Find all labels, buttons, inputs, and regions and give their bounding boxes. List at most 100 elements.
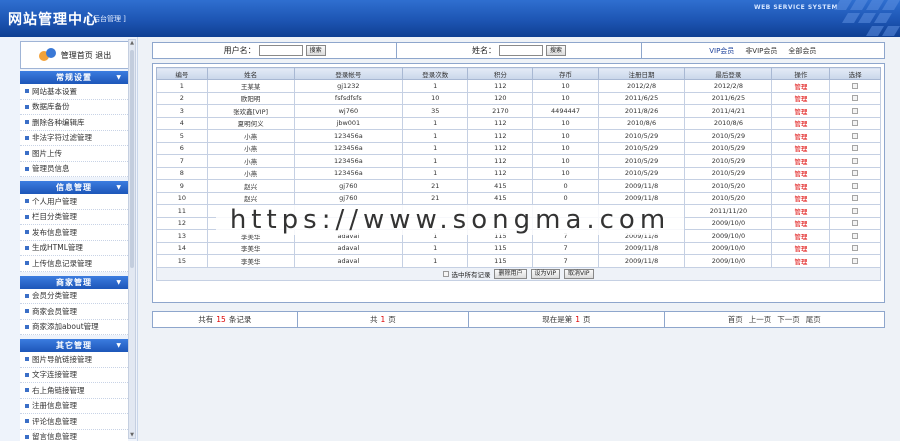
sidebar-item[interactable]: 生成HTML管理 [20, 240, 128, 256]
row-checkbox[interactable] [852, 195, 859, 202]
prev-page-link[interactable]: 上一页 [749, 314, 772, 325]
row-checkbox[interactable] [852, 132, 859, 139]
manage-link[interactable]: 管理 [771, 129, 831, 143]
login-text[interactable]: 管理首页 退出 [61, 50, 112, 61]
manage-link[interactable]: 管理 [771, 216, 831, 230]
table-cell: 李美华 [206, 229, 295, 243]
manage-link[interactable]: 管理 [771, 79, 831, 93]
manage-link[interactable]: 管理 [771, 254, 831, 268]
sidebar-item[interactable]: 数据库备份 [20, 99, 128, 115]
manage-link[interactable]: 管理 [771, 141, 831, 155]
table-cell: 6 [156, 141, 208, 155]
table-cell: wj760 [293, 104, 404, 118]
next-page-link[interactable]: 下一页 [777, 314, 800, 325]
cancel-vip-button[interactable]: 取消VIP [564, 268, 594, 279]
sidebar-item[interactable]: 会员分类管理 [20, 288, 128, 304]
row-checkbox[interactable] [852, 107, 859, 114]
table-row: 15 李美华 adaval 1 115 7 2009/11/8 2009/10/0 管理 [156, 254, 881, 268]
username-input[interactable] [258, 45, 303, 56]
sidebar-item[interactable]: 删除各种编辑库 [20, 115, 128, 131]
username-label: 用户名： [223, 46, 256, 55]
sidebar-item[interactable]: 右上角链接管理 [20, 383, 128, 399]
table-row: 3 张欢鑫[VIP] wj760 35 2170 4494447 2011/8/26 2011… [156, 104, 881, 118]
sidebar-item[interactable]: 栏目分类管理 [20, 209, 128, 225]
row-checkbox[interactable] [852, 82, 859, 89]
row-checkbox[interactable] [852, 220, 859, 227]
sidebar-item[interactable]: 文字连接管理 [20, 367, 128, 383]
name-search: 姓名： 搜索 [397, 43, 642, 58]
table-cell: 2012/2/8 [684, 79, 773, 93]
first-page-link[interactable]: 首页 [728, 314, 743, 325]
scroll-up-icon[interactable]: ▲ [129, 40, 135, 46]
table-cell: 10 [532, 116, 599, 130]
sidebar-item[interactable]: 管理员信息 [20, 161, 128, 177]
table-cell: 小燕 [206, 129, 295, 143]
sidebar-item[interactable]: 上传信息记录管理 [20, 256, 128, 272]
name-input[interactable] [498, 45, 543, 56]
table-cell [206, 216, 295, 230]
filter-vip-link[interactable]: VIP会员 [709, 46, 734, 56]
manage-link[interactable]: 管理 [771, 166, 831, 180]
table-cell: 2009/11/8 [597, 229, 686, 243]
menu-head[interactable]: 常规设置 ▼ [20, 71, 128, 84]
table-actions: 选中所有记录 删除用户 设为VIP 取消VIP [156, 267, 881, 281]
scroll-down-icon[interactable]: ▼ [129, 432, 135, 438]
sidebar-item[interactable]: 图片导航链接管理 [20, 352, 128, 368]
manage-link[interactable]: 管理 [771, 241, 831, 255]
sidebar-item[interactable]: 商家添加about管理 [20, 319, 128, 335]
table-cell: 2009/11/8 [597, 179, 686, 193]
sidebar-item[interactable]: 非法字符过滤管理 [20, 130, 128, 146]
menu-head[interactable]: 信息管理 ▼ [20, 181, 128, 194]
sidebar-item[interactable]: 商家会员管理 [20, 304, 128, 320]
manage-link[interactable]: 管理 [771, 179, 831, 193]
last-page-link[interactable]: 尾页 [806, 314, 821, 325]
row-checkbox[interactable] [852, 145, 859, 152]
select-all-control[interactable]: 选中所有记录 [443, 269, 490, 279]
sidebar-item[interactable]: 个人用户管理 [20, 194, 128, 210]
sidebar-item[interactable]: 发布信息管理 [20, 225, 128, 241]
row-checkbox[interactable] [852, 95, 859, 102]
row-select-cell [829, 154, 881, 168]
select-all-checkbox[interactable] [443, 270, 450, 277]
scrollbar-thumb[interactable] [130, 50, 134, 268]
manage-link[interactable]: 管理 [771, 104, 831, 118]
admin-home-logout-box[interactable]: 管理首页 退出 [20, 41, 130, 69]
row-checkbox[interactable] [852, 245, 859, 252]
row-checkbox[interactable] [852, 120, 859, 127]
sidebar-item[interactable]: 图片上传 [20, 146, 128, 162]
row-checkbox[interactable] [852, 157, 859, 164]
row-checkbox[interactable] [852, 257, 859, 264]
sidebar-item[interactable]: 留言信息管理 [20, 429, 128, 441]
manage-link[interactable]: 管理 [771, 116, 831, 130]
manage-link[interactable]: 管理 [771, 154, 831, 168]
table-row: 7 小燕 123456a 1 112 10 2010/5/29 2010/5/29 管理 [156, 154, 881, 168]
sidebar-item[interactable]: 注册信息管理 [20, 398, 128, 414]
table-row: 6 小燕 123456a 1 112 10 2010/5/29 2010/5/29 管理 [156, 141, 881, 155]
bullet-icon [25, 214, 29, 219]
row-checkbox[interactable] [852, 232, 859, 239]
manage-link[interactable]: 管理 [771, 204, 831, 218]
sidebar-item[interactable]: 网站基本设置 [20, 84, 128, 100]
site-subtitle: [ 后台管理 ] [88, 15, 126, 23]
table-cell: 112 [467, 116, 534, 130]
table-cell: 2010/8/6 [684, 116, 773, 130]
name-search-button[interactable]: 搜索 [545, 45, 566, 56]
filter-all-link[interactable]: 全部会员 [788, 46, 816, 56]
table-cell: 1 [402, 154, 469, 168]
menu-head[interactable]: 其它管理 ▼ [20, 339, 128, 352]
table-row: 4 夏明何义 jbw001 1 112 10 2010/8/6 2010/8/6 管理 [156, 116, 881, 130]
table-cell: 2010/5/29 [684, 141, 773, 155]
menu-head[interactable]: 商家管理 ▼ [20, 275, 128, 289]
sidebar-scrollbar[interactable]: ▲ ▼ [128, 39, 136, 439]
sidebar-item[interactable]: 评论信息管理 [20, 414, 128, 430]
manage-link[interactable]: 管理 [771, 229, 831, 243]
filter-non-vip-link[interactable]: 非VIP会员 [745, 46, 777, 56]
row-checkbox[interactable] [852, 170, 859, 177]
username-search-button[interactable]: 搜索 [305, 45, 326, 56]
set-vip-button[interactable]: 设为VIP [530, 268, 560, 279]
row-checkbox[interactable] [852, 182, 859, 189]
manage-link[interactable]: 管理 [771, 191, 831, 205]
manage-link[interactable]: 管理 [771, 91, 831, 105]
delete-user-button[interactable]: 删除用户 [494, 268, 527, 279]
row-checkbox[interactable] [852, 207, 859, 214]
